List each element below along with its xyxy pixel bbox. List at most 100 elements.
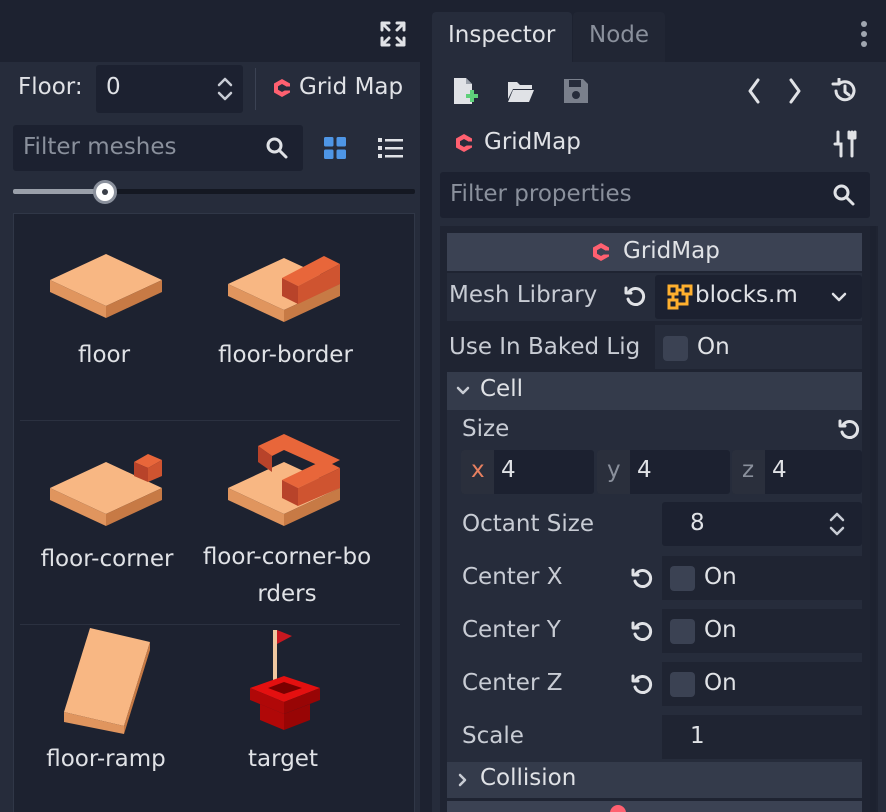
revert-icon[interactable] [838, 418, 862, 442]
open-folder-icon[interactable] [507, 79, 535, 103]
checkbox[interactable] [670, 672, 695, 697]
mesh-item-target[interactable]: target [208, 626, 373, 806]
mesh-label: floor-border [218, 342, 353, 368]
property-mesh-library: Mesh Library blocks.m [447, 273, 862, 321]
expand-icon[interactable] [379, 20, 407, 48]
revert-icon[interactable] [631, 673, 655, 697]
scale-field[interactable]: 1 [662, 715, 862, 759]
forward-arrow-icon[interactable] [787, 78, 803, 104]
inspector-dock: Inspector Node GridMap Filter properties [432, 0, 886, 812]
size-z-field[interactable]: z 4 [732, 450, 862, 494]
palette-divider [20, 420, 400, 421]
checkbox[interactable] [663, 336, 688, 361]
target-thumbnail [250, 630, 320, 730]
tab-inspector-label: Inspector [448, 22, 556, 48]
spin-arrows-icon[interactable] [216, 75, 234, 103]
zoom-slider-grabber[interactable] [93, 180, 117, 204]
mesh-label-line2: rders [257, 581, 317, 607]
palette-divider [20, 624, 400, 625]
filter-meshes-placeholder: Filter meshes [23, 134, 177, 160]
size-label: Size [462, 416, 510, 442]
node-gridmap-icon [453, 132, 475, 154]
size-y-field[interactable]: y 4 [597, 450, 730, 494]
mesh-library-label: Mesh Library [449, 282, 598, 308]
mesh-label: floor [77, 342, 131, 368]
floor-border-thumbnail [228, 256, 340, 322]
tab-node[interactable]: Node [573, 12, 665, 62]
tab-node-label: Node [589, 22, 650, 48]
size-y-value[interactable]: 4 [637, 457, 652, 483]
mesh-library-value[interactable]: blocks.m [695, 282, 798, 308]
mesh-item-floor[interactable]: floor [28, 228, 188, 408]
octant-size-value[interactable]: 8 [690, 510, 705, 536]
inspector-scrollbar[interactable] [870, 226, 876, 812]
floor-ramp-thumbnail [64, 628, 150, 734]
gridmap-icon [271, 77, 293, 99]
floor-thumbnail [50, 254, 162, 318]
size-x-axis-label: x [471, 457, 485, 483]
use-baked-toggle[interactable]: On [655, 325, 862, 369]
size-x-value[interactable]: 4 [501, 457, 516, 483]
checkbox[interactable] [670, 566, 695, 591]
zoom-slider[interactable] [13, 180, 415, 204]
section-header-gridmap: GridMap [447, 233, 862, 271]
checkbox[interactable] [670, 619, 695, 644]
mesh-label: floor-corner [40, 546, 174, 572]
floor-value[interactable]: 0 [106, 74, 121, 100]
scale-value[interactable]: 1 [690, 723, 705, 749]
octant-size-spinbox[interactable]: 8 [662, 502, 862, 546]
floor-spinbox[interactable]: 0 [96, 65, 243, 113]
size-y-axis-label: y [607, 457, 621, 483]
center-y-label: Center Y [462, 617, 561, 643]
mesh-library-picker[interactable]: blocks.m [655, 275, 862, 319]
chevron-down-icon[interactable] [831, 292, 847, 302]
filter-properties-input[interactable]: Filter properties [440, 172, 870, 218]
collision-label: Collision [480, 765, 577, 791]
size-x-field[interactable]: x 4 [461, 450, 594, 494]
search-icon [265, 136, 289, 160]
size-z-axis-label: z [742, 457, 755, 483]
revert-icon[interactable] [631, 567, 655, 591]
spin-arrows-icon[interactable] [828, 510, 846, 538]
mesh-item-floor-ramp[interactable]: floor-ramp [28, 626, 188, 806]
kebab-menu-icon[interactable] [859, 20, 869, 48]
mesh-item-floor-corner[interactable]: floor-corner [28, 432, 188, 612]
gridmap-label: Grid Map [299, 74, 404, 100]
cell-label: Cell [480, 376, 523, 402]
center-z-value: On [704, 670, 737, 696]
center-z-toggle[interactable]: On [662, 662, 862, 706]
section-gridmap-label: GridMap [623, 238, 720, 264]
mesh-label: floor-corner-bo [202, 544, 372, 570]
zoom-slider-fill [13, 189, 105, 194]
chevron-right-icon [458, 773, 468, 787]
section-gridmap-icon [590, 241, 612, 263]
mesh-item-floor-border[interactable]: floor-border [208, 228, 373, 408]
grid-view-icon[interactable] [323, 136, 347, 160]
center-x-toggle[interactable]: On [662, 556, 862, 600]
search-icon [832, 183, 856, 207]
subsection-cell[interactable]: Cell [447, 372, 862, 410]
toolbar-separator [255, 68, 256, 110]
center-x-value: On [704, 564, 737, 590]
history-icon[interactable] [831, 78, 857, 104]
revert-icon[interactable] [631, 620, 655, 644]
new-resource-icon[interactable] [452, 77, 478, 105]
filter-meshes-input[interactable]: Filter meshes [13, 125, 303, 171]
section-header-next [447, 801, 862, 812]
save-icon[interactable] [563, 78, 589, 104]
center-x-label: Center X [462, 564, 563, 590]
tab-inspector[interactable]: Inspector [432, 12, 572, 62]
center-y-toggle[interactable]: On [662, 609, 862, 653]
chevron-down-icon [456, 386, 470, 396]
mesh-item-floor-corner-borders[interactable]: floor-corner-bo rders [196, 432, 381, 612]
mesh-label: target [248, 746, 318, 772]
size-z-value[interactable]: 4 [772, 457, 787, 483]
revert-icon[interactable] [624, 285, 648, 309]
floor-label: Floor: [18, 74, 83, 100]
object-tools-icon[interactable] [833, 130, 857, 158]
list-view-icon[interactable] [378, 136, 403, 160]
subsection-collision[interactable]: Collision [447, 762, 862, 798]
octant-size-label: Octant Size [462, 511, 594, 537]
node-name: GridMap [484, 129, 581, 155]
back-arrow-icon[interactable] [746, 78, 762, 104]
